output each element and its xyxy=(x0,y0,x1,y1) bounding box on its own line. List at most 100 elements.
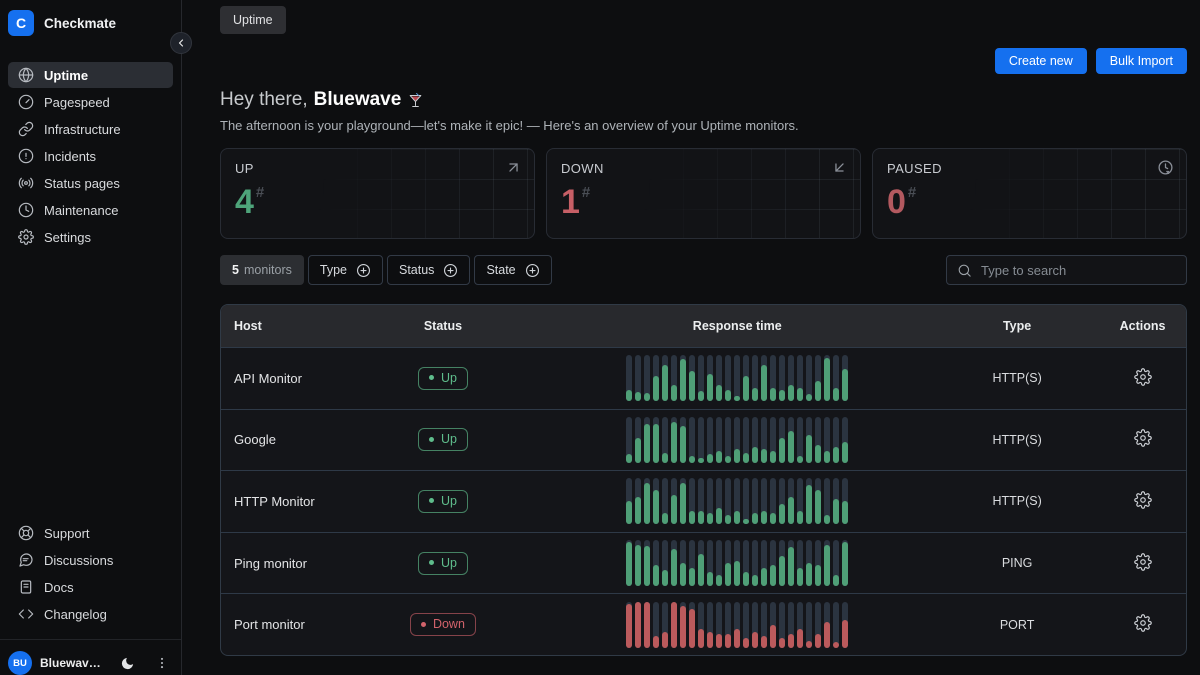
response-bar xyxy=(779,417,785,463)
breadcrumb[interactable]: Uptime xyxy=(220,6,286,34)
create-new-button[interactable]: Create new xyxy=(995,48,1087,74)
row-actions-gear-icon[interactable] xyxy=(1134,553,1152,571)
chevron-left-icon xyxy=(175,37,187,49)
row-actions-gear-icon[interactable] xyxy=(1134,491,1152,509)
response-bar xyxy=(707,540,713,586)
clock-snooze-icon xyxy=(1157,159,1174,176)
sidebar-item-label: Uptime xyxy=(44,68,88,83)
response-bar xyxy=(788,540,794,586)
response-bar xyxy=(743,602,749,648)
response-bar xyxy=(626,417,632,463)
monitor-host: API Monitor xyxy=(221,371,346,386)
search-input[interactable] xyxy=(981,263,1176,278)
filter-state-button[interactable]: State xyxy=(474,255,551,285)
response-bar xyxy=(725,355,731,401)
sidebar-item-incidents[interactable]: Incidents xyxy=(8,143,173,169)
filter-type-button[interactable]: Type xyxy=(308,255,383,285)
response-bar xyxy=(824,540,830,586)
response-bar xyxy=(761,478,767,524)
response-bar xyxy=(689,417,695,463)
sidebar-item-label: Settings xyxy=(44,230,91,245)
arrow-down-left-icon xyxy=(831,159,848,176)
sidebar-item-maintenance[interactable]: Maintenance xyxy=(8,197,173,223)
stat-value: 4# xyxy=(235,185,520,219)
response-bar xyxy=(716,478,722,524)
sidebar-item-discussions[interactable]: Discussions xyxy=(8,547,173,573)
response-bar xyxy=(824,355,830,401)
table-row[interactable]: API Monitor Up HTTP(S) xyxy=(221,347,1186,409)
table-body: API Monitor Up HTTP(S) Google Up HTTP(S) xyxy=(221,347,1186,655)
clock-icon xyxy=(18,202,34,218)
app-logo-letter: C xyxy=(16,15,26,31)
response-bar xyxy=(653,478,659,524)
row-actions-gear-icon[interactable] xyxy=(1134,429,1152,447)
sidebar-item-infrastructure[interactable]: Infrastructure xyxy=(8,116,173,142)
response-bar xyxy=(716,355,722,401)
sidebar-item-changelog[interactable]: Changelog xyxy=(8,601,173,627)
table-row[interactable]: HTTP Monitor Up HTTP(S) xyxy=(221,470,1186,532)
column-header-type[interactable]: Type xyxy=(935,319,1099,333)
response-bar xyxy=(725,540,731,586)
response-bar xyxy=(833,355,839,401)
alert-circle-icon xyxy=(18,148,34,164)
response-bar xyxy=(671,417,677,463)
monitor-type: HTTP(S) xyxy=(935,433,1099,447)
row-actions-gear-icon[interactable] xyxy=(1134,368,1152,386)
response-bar xyxy=(842,417,848,463)
response-bar xyxy=(752,355,758,401)
response-bar xyxy=(815,540,821,586)
response-bar xyxy=(770,602,776,648)
response-bar xyxy=(653,602,659,648)
response-bar xyxy=(635,417,641,463)
response-bar xyxy=(752,417,758,463)
avatar[interactable]: BU xyxy=(8,651,32,675)
stat-unit: # xyxy=(256,184,264,201)
response-bar xyxy=(635,355,641,401)
column-header-status[interactable]: Status xyxy=(346,319,539,333)
sidebar-item-label: Maintenance xyxy=(44,203,118,218)
response-bar xyxy=(842,355,848,401)
user-row[interactable]: BU Bluewave U... xyxy=(0,640,181,675)
response-bar xyxy=(680,602,686,648)
sidebar-item-docs[interactable]: Docs xyxy=(8,574,173,600)
status-dot-icon xyxy=(429,375,434,380)
broadcast-icon xyxy=(18,175,34,191)
monitor-type: HTTP(S) xyxy=(935,371,1099,385)
sidebar-item-status-pages[interactable]: Status pages xyxy=(8,170,173,196)
sidebar-collapse-button[interactable] xyxy=(170,32,192,54)
table-row[interactable]: Ping monitor Up PING xyxy=(221,532,1186,594)
response-bar xyxy=(806,478,812,524)
sidebar-item-settings[interactable]: Settings xyxy=(8,224,173,250)
response-bar xyxy=(707,355,713,401)
column-header-response-time[interactable]: Response time xyxy=(539,319,935,333)
sidebar-item-uptime[interactable]: Uptime xyxy=(8,62,173,88)
response-bar xyxy=(752,540,758,586)
plus-circle-icon xyxy=(443,263,458,278)
stat-value: 0# xyxy=(887,185,1172,219)
sidebar-item-support[interactable]: Support xyxy=(8,520,173,546)
monitor-type: PING xyxy=(935,556,1099,570)
response-bar xyxy=(680,417,686,463)
bulk-import-button[interactable]: Bulk Import xyxy=(1096,48,1187,74)
response-bar xyxy=(797,478,803,524)
row-actions-gear-icon[interactable] xyxy=(1134,614,1152,632)
filter-status-button[interactable]: Status xyxy=(387,255,470,285)
column-header-host[interactable]: Host xyxy=(221,319,346,333)
response-bar xyxy=(815,478,821,524)
sidebar-item-pagespeed[interactable]: Pagespeed xyxy=(8,89,173,115)
response-bar xyxy=(698,478,704,524)
status-badge: Up xyxy=(418,552,468,575)
response-bar xyxy=(770,355,776,401)
table-row[interactable]: Google Up HTTP(S) xyxy=(221,409,1186,471)
moon-icon[interactable] xyxy=(120,656,135,671)
tropical-drink-emoji xyxy=(407,92,424,109)
response-bar xyxy=(662,540,668,586)
life-buoy-icon xyxy=(18,525,34,541)
response-bar xyxy=(662,602,668,648)
more-vertical-icon[interactable] xyxy=(155,656,169,670)
table-row[interactable]: Port monitor Down PORT xyxy=(221,593,1186,655)
monitor-host: Google xyxy=(221,432,346,447)
response-bar xyxy=(842,602,848,648)
main-content: Uptime Create new Bulk Import Hey there,… xyxy=(182,0,1200,675)
response-bar xyxy=(806,355,812,401)
